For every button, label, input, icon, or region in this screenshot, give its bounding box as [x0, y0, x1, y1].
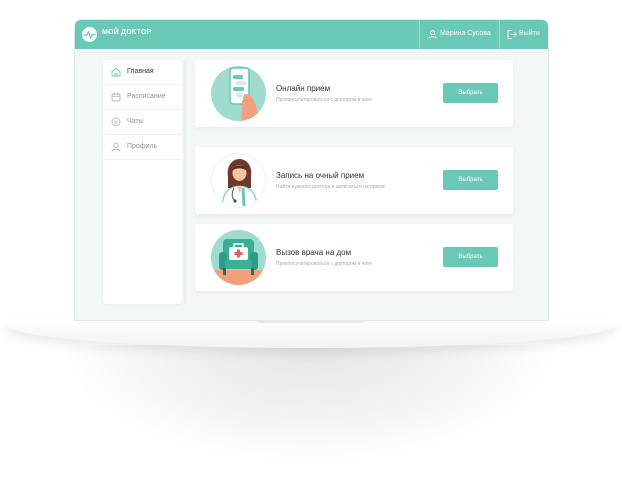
- chat-icon: [111, 117, 121, 127]
- app-logo-text[interactable]: МОЙ ДОКТОР: [102, 29, 151, 36]
- service-card-home-visit: Вызов врача на дом Проконсультироваться …: [195, 224, 513, 291]
- select-button[interactable]: Выбрать: [443, 247, 498, 267]
- doctor-illustration: [211, 153, 266, 208]
- calendar-icon: [111, 93, 121, 102]
- card-title: Вызов врача на дом: [276, 248, 352, 257]
- sidebar: Главная Расписание Чаты Профиль: [103, 60, 182, 304]
- sidebar-item-label: Расписание: [127, 93, 166, 100]
- home-icon: [111, 67, 121, 77]
- user-menu[interactable]: Марина Сусова: [428, 20, 498, 49]
- sidebar-item-label: Чаты: [127, 118, 144, 125]
- card-subtitle: Проконсультироваться с доктором в чате: [276, 261, 372, 267]
- select-button[interactable]: Выбрать: [443, 170, 498, 190]
- sidebar-item-schedule[interactable]: Расписание: [103, 85, 182, 110]
- service-card-appointment: Запись на очный прием Найти нужного докт…: [195, 147, 513, 214]
- sidebar-item-label: Главная: [127, 68, 154, 75]
- card-title: Онлайн прием: [276, 84, 331, 93]
- phone-chat-illustration: [211, 66, 266, 121]
- card-subtitle: Найти нужного доктора и записаться на пр…: [276, 184, 385, 190]
- heartbeat-logo-icon: [82, 27, 97, 42]
- sidebar-item-label: Профиль: [127, 143, 158, 150]
- header-divider: [499, 20, 500, 49]
- app-screen: МОЙ ДОКТОР Марина Сусова Выйти Главная Р…: [75, 20, 548, 320]
- sidebar-item-chats[interactable]: Чаты: [103, 110, 182, 135]
- header-divider: [419, 20, 420, 49]
- top-bar: МОЙ ДОКТОР Марина Сусова Выйти: [75, 20, 548, 49]
- service-card-online: Онлайн прием Проконсультироваться с докт…: [195, 60, 513, 127]
- user-icon: [428, 30, 437, 39]
- card-title: Запись на очный прием: [276, 171, 365, 180]
- logout-button[interactable]: Выйти: [507, 20, 547, 49]
- medkit-armchair-illustration: [211, 230, 266, 285]
- select-button[interactable]: Выбрать: [443, 83, 498, 103]
- sidebar-item-profile[interactable]: Профиль: [103, 135, 182, 160]
- sidebar-item-home[interactable]: Главная: [103, 60, 182, 85]
- logout-icon: [507, 30, 517, 39]
- logout-label: Выйти: [519, 30, 540, 37]
- sidebar-divider: [184, 60, 186, 304]
- user-icon: [111, 142, 121, 152]
- laptop-shadow: [60, 345, 560, 465]
- card-subtitle: Проконсультироваться с доктором в чате: [276, 97, 372, 103]
- user-name: Марина Сусова: [440, 30, 491, 37]
